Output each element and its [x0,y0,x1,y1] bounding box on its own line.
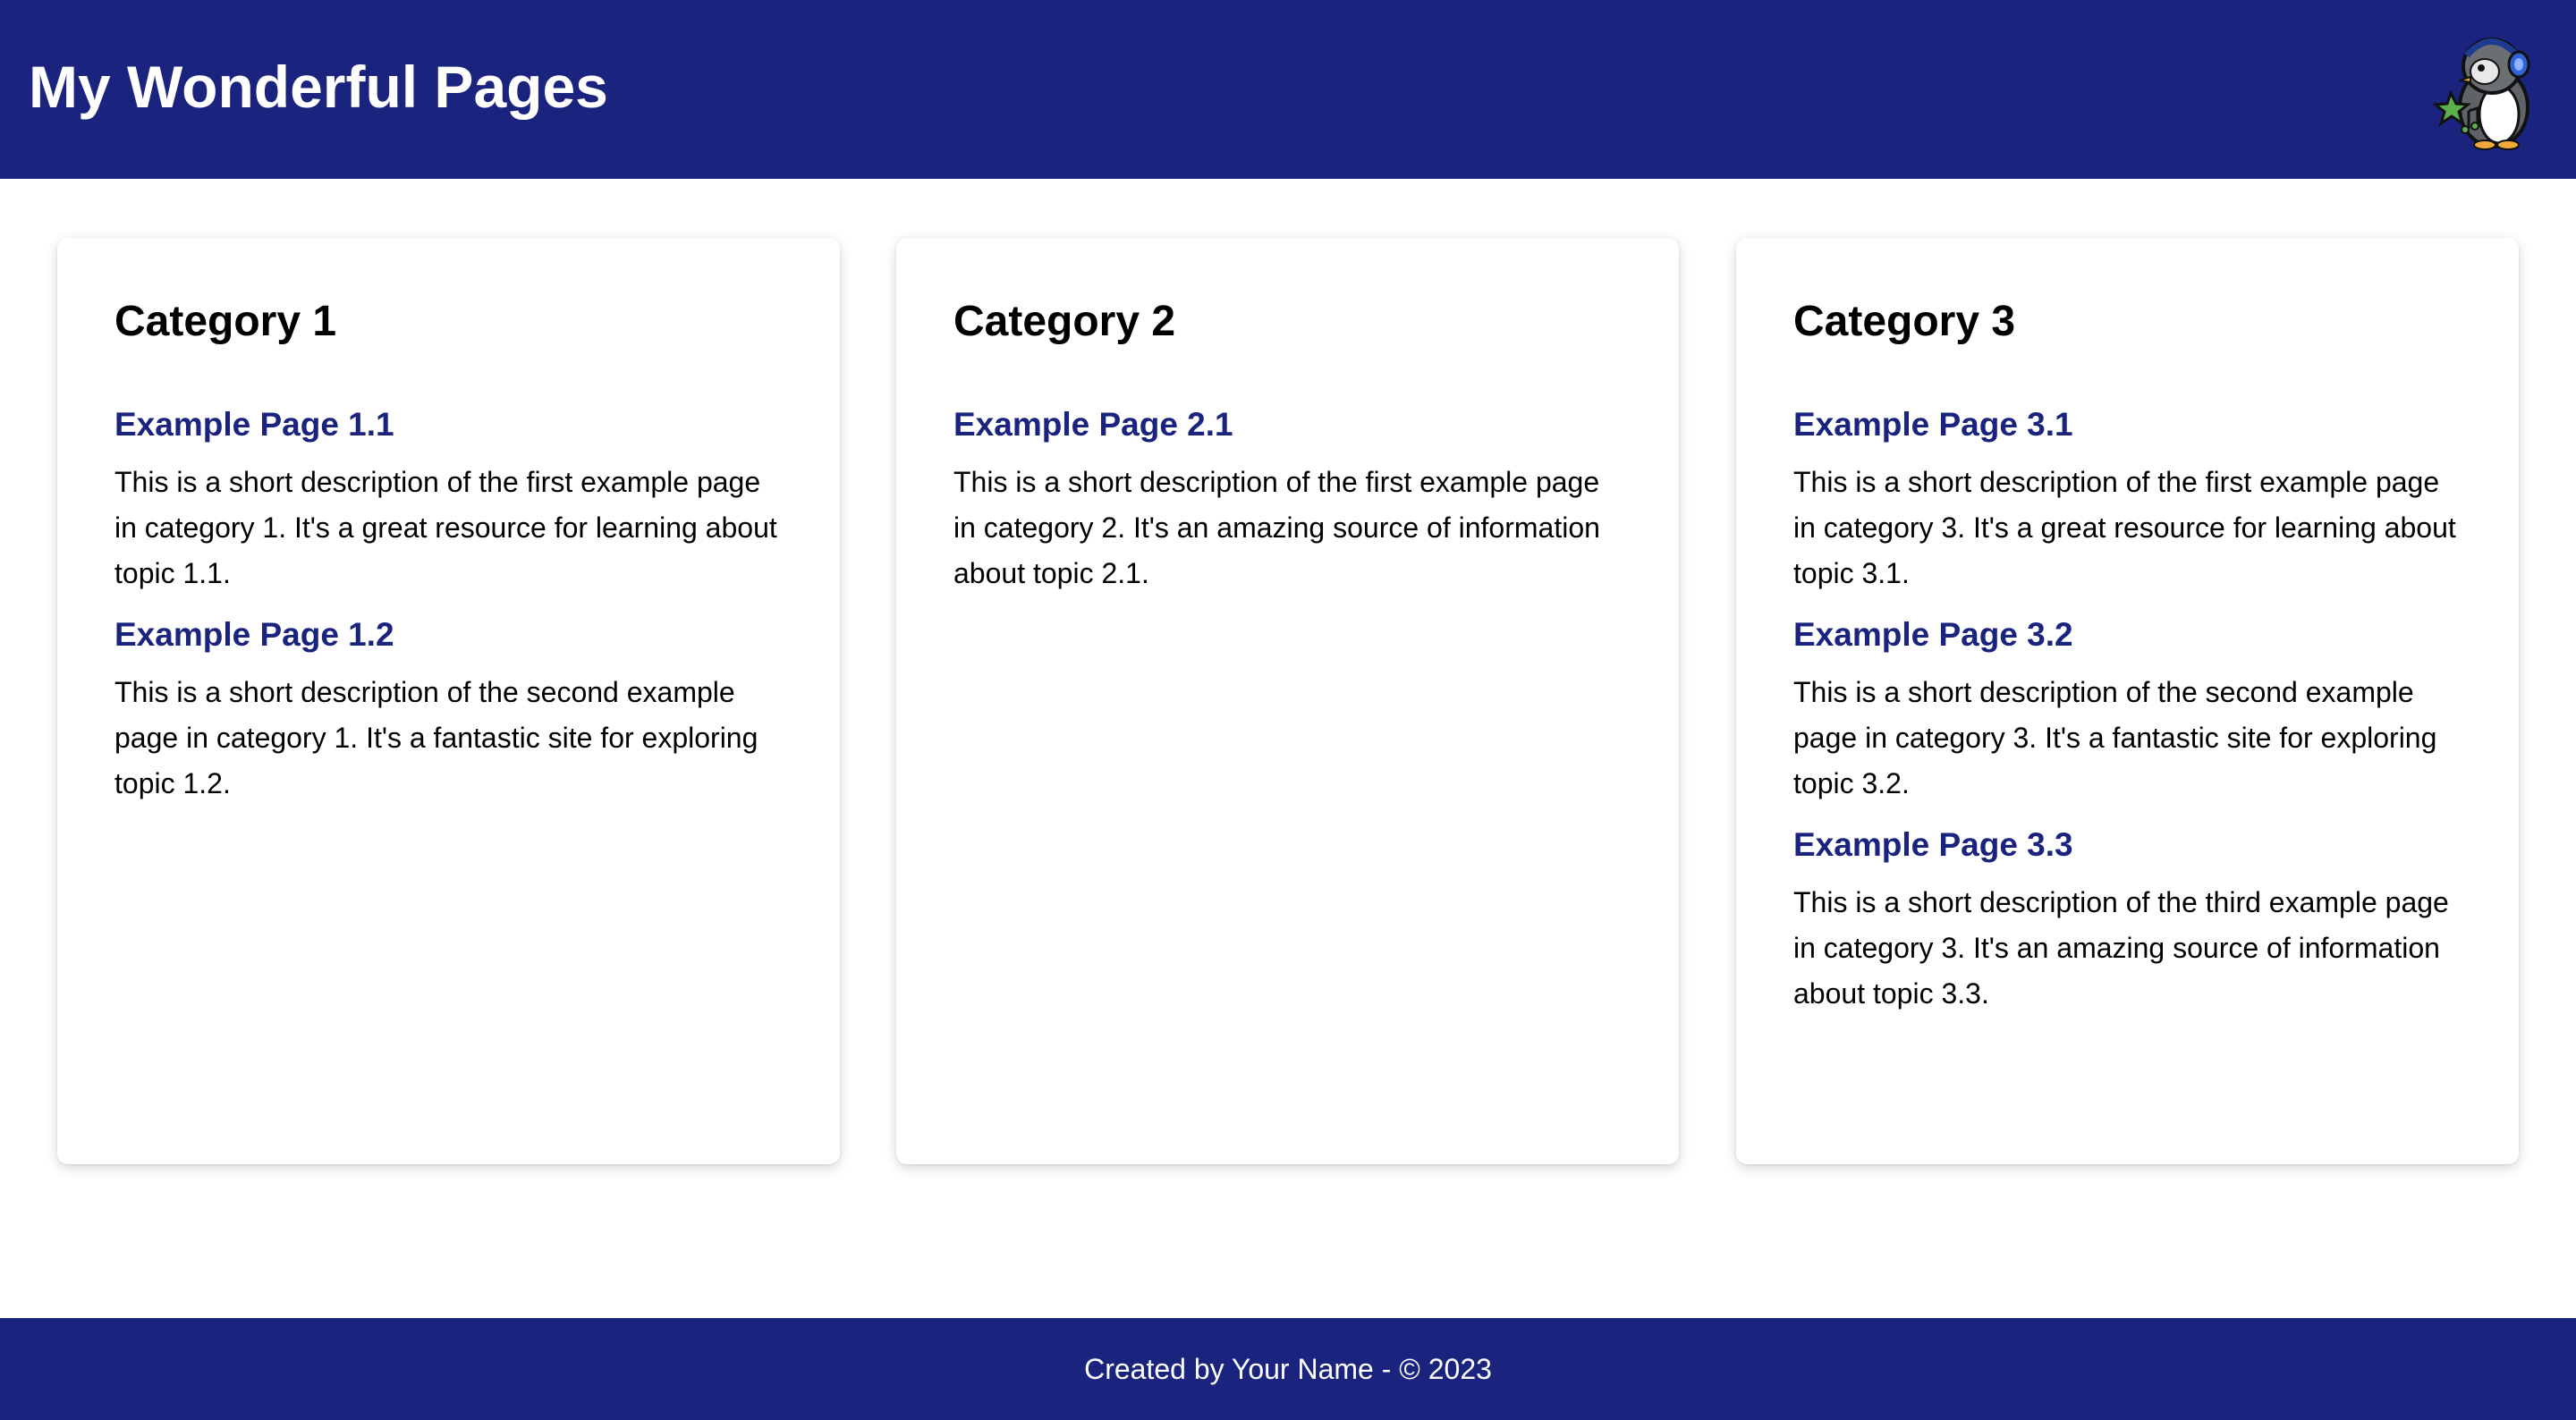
page-link[interactable]: Example Page 1.2 [114,614,783,655]
page-description: This is a short description of the first… [953,466,1600,589]
page-entry: Example Page 1.2 This is a short descrip… [114,614,783,807]
category-title: Category 3 [1793,298,2016,345]
page-description: This is a short description of the secon… [1793,676,2437,799]
category-card: Category 1 Example Page 1.1 This is a sh… [57,238,840,1164]
penguin-logo-icon[interactable] [2426,25,2551,152]
page-link[interactable]: Example Page 3.2 [1793,614,2462,655]
page-link[interactable]: Example Page 3.1 [1793,404,2462,445]
site-footer: Created by Your Name - © 2023 [0,1318,2576,1420]
page-entry: Example Page 3.2 This is a short descrip… [1793,614,2462,807]
page-link[interactable]: Example Page 3.3 [1793,824,2462,866]
site-title: My Wonderful Pages [29,54,608,120]
category-title: Category 2 [953,298,1176,345]
page-entry: Example Page 2.1 This is a short descrip… [953,404,1622,596]
footer-text: Created by Your Name - © 2023 [1084,1353,1492,1385]
page-description: This is a short description of the secon… [114,676,758,799]
page: My Wonderful Pages Category 1 Example Pa… [0,0,2576,1420]
page-link[interactable]: Example Page 1.1 [114,404,783,445]
page-description: This is a short description of the third… [1793,886,2449,1010]
site-header: My Wonderful Pages [0,0,2576,179]
page-entry: Example Page 1.1 This is a short descrip… [114,404,783,596]
category-cards: Category 1 Example Page 1.1 This is a sh… [57,238,2519,1164]
category-card: Category 2 Example Page 2.1 This is a sh… [896,238,1679,1164]
category-title: Category 1 [114,298,337,345]
page-entry: Example Page 3.3 This is a short descrip… [1793,824,2462,1017]
page-entry: Example Page 3.1 This is a short descrip… [1793,404,2462,596]
category-card: Category 3 Example Page 3.1 This is a sh… [1736,238,2519,1164]
page-link[interactable]: Example Page 2.1 [953,404,1622,445]
page-description: This is a short description of the first… [114,466,777,589]
page-description: This is a short description of the first… [1793,466,2456,589]
